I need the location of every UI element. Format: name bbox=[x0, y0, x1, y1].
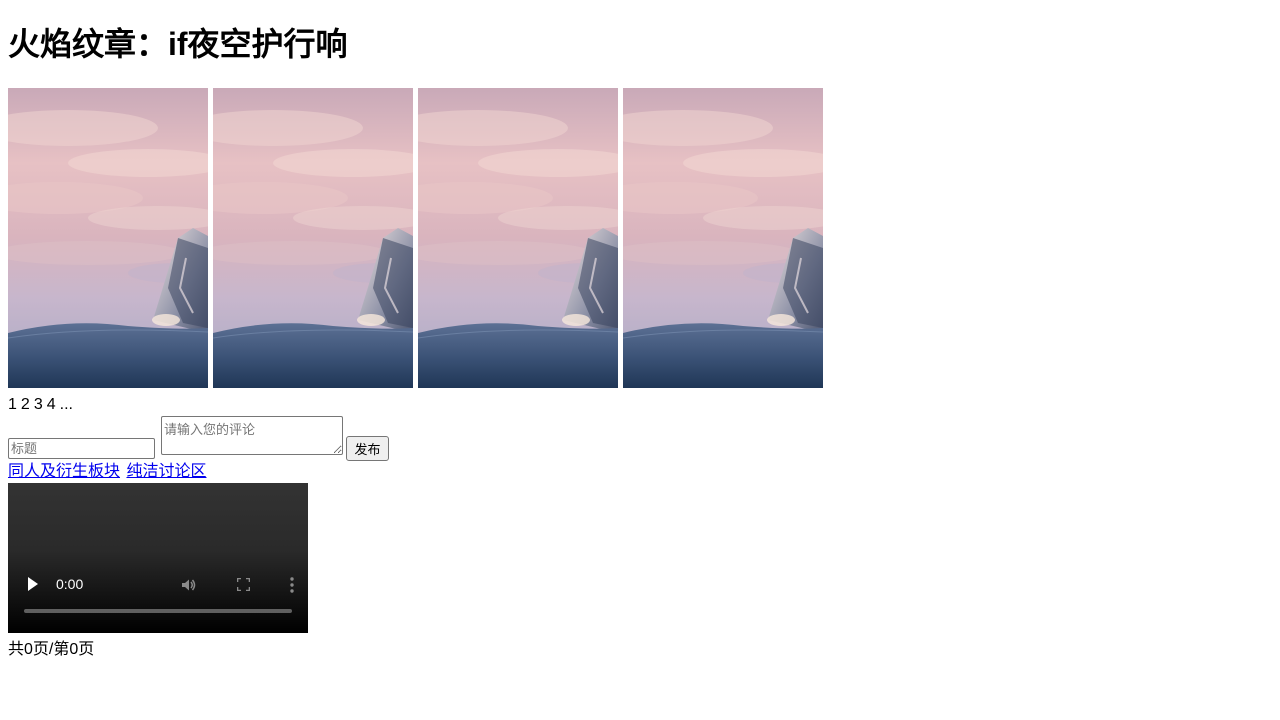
link-fan-derivative-board[interactable]: 同人及衍生板块 bbox=[8, 463, 120, 480]
pager-item-1[interactable]: 1 bbox=[8, 396, 17, 413]
gallery-image-2[interactable] bbox=[213, 88, 413, 388]
pager-item-4[interactable]: 4 bbox=[47, 396, 56, 413]
volume-icon[interactable] bbox=[180, 577, 196, 593]
gallery-image-3[interactable] bbox=[418, 88, 618, 388]
pager-ellipsis[interactable]: ... bbox=[60, 396, 73, 413]
comment-textarea[interactable] bbox=[161, 416, 343, 455]
board-links: 同人及衍生板块 纯洁讨论区 bbox=[8, 462, 208, 482]
page-title: 火焰纹章：if夜空护行响 bbox=[8, 26, 348, 62]
image-gallery bbox=[8, 88, 823, 388]
image-pager: 1 2 3 4... bbox=[8, 395, 77, 415]
play-icon[interactable] bbox=[28, 577, 38, 591]
pager-item-2[interactable]: 2 bbox=[21, 396, 30, 413]
pager-item-3[interactable]: 3 bbox=[34, 396, 43, 413]
video-time: 0:00 bbox=[56, 576, 84, 592]
gallery-image-4[interactable] bbox=[623, 88, 823, 388]
title-input[interactable] bbox=[8, 438, 155, 459]
page-count: 共0页/第0页 bbox=[8, 641, 95, 658]
page: 火焰纹章：if夜空护行响 1 2 3 4 ... 标题 请输入您的评论 发布 同… bbox=[0, 0, 1280, 658]
fullscreen-icon[interactable] bbox=[237, 578, 250, 591]
gallery-image-1[interactable] bbox=[8, 88, 208, 388]
link-pure-discussion-board[interactable]: 纯洁讨论区 bbox=[126, 463, 206, 480]
video-progress-bar[interactable] bbox=[24, 609, 292, 613]
more-options-icon[interactable] bbox=[290, 577, 294, 593]
publish-button[interactable]: 发布 bbox=[346, 436, 389, 461]
video-player[interactable]: 0:00 bbox=[8, 483, 308, 633]
